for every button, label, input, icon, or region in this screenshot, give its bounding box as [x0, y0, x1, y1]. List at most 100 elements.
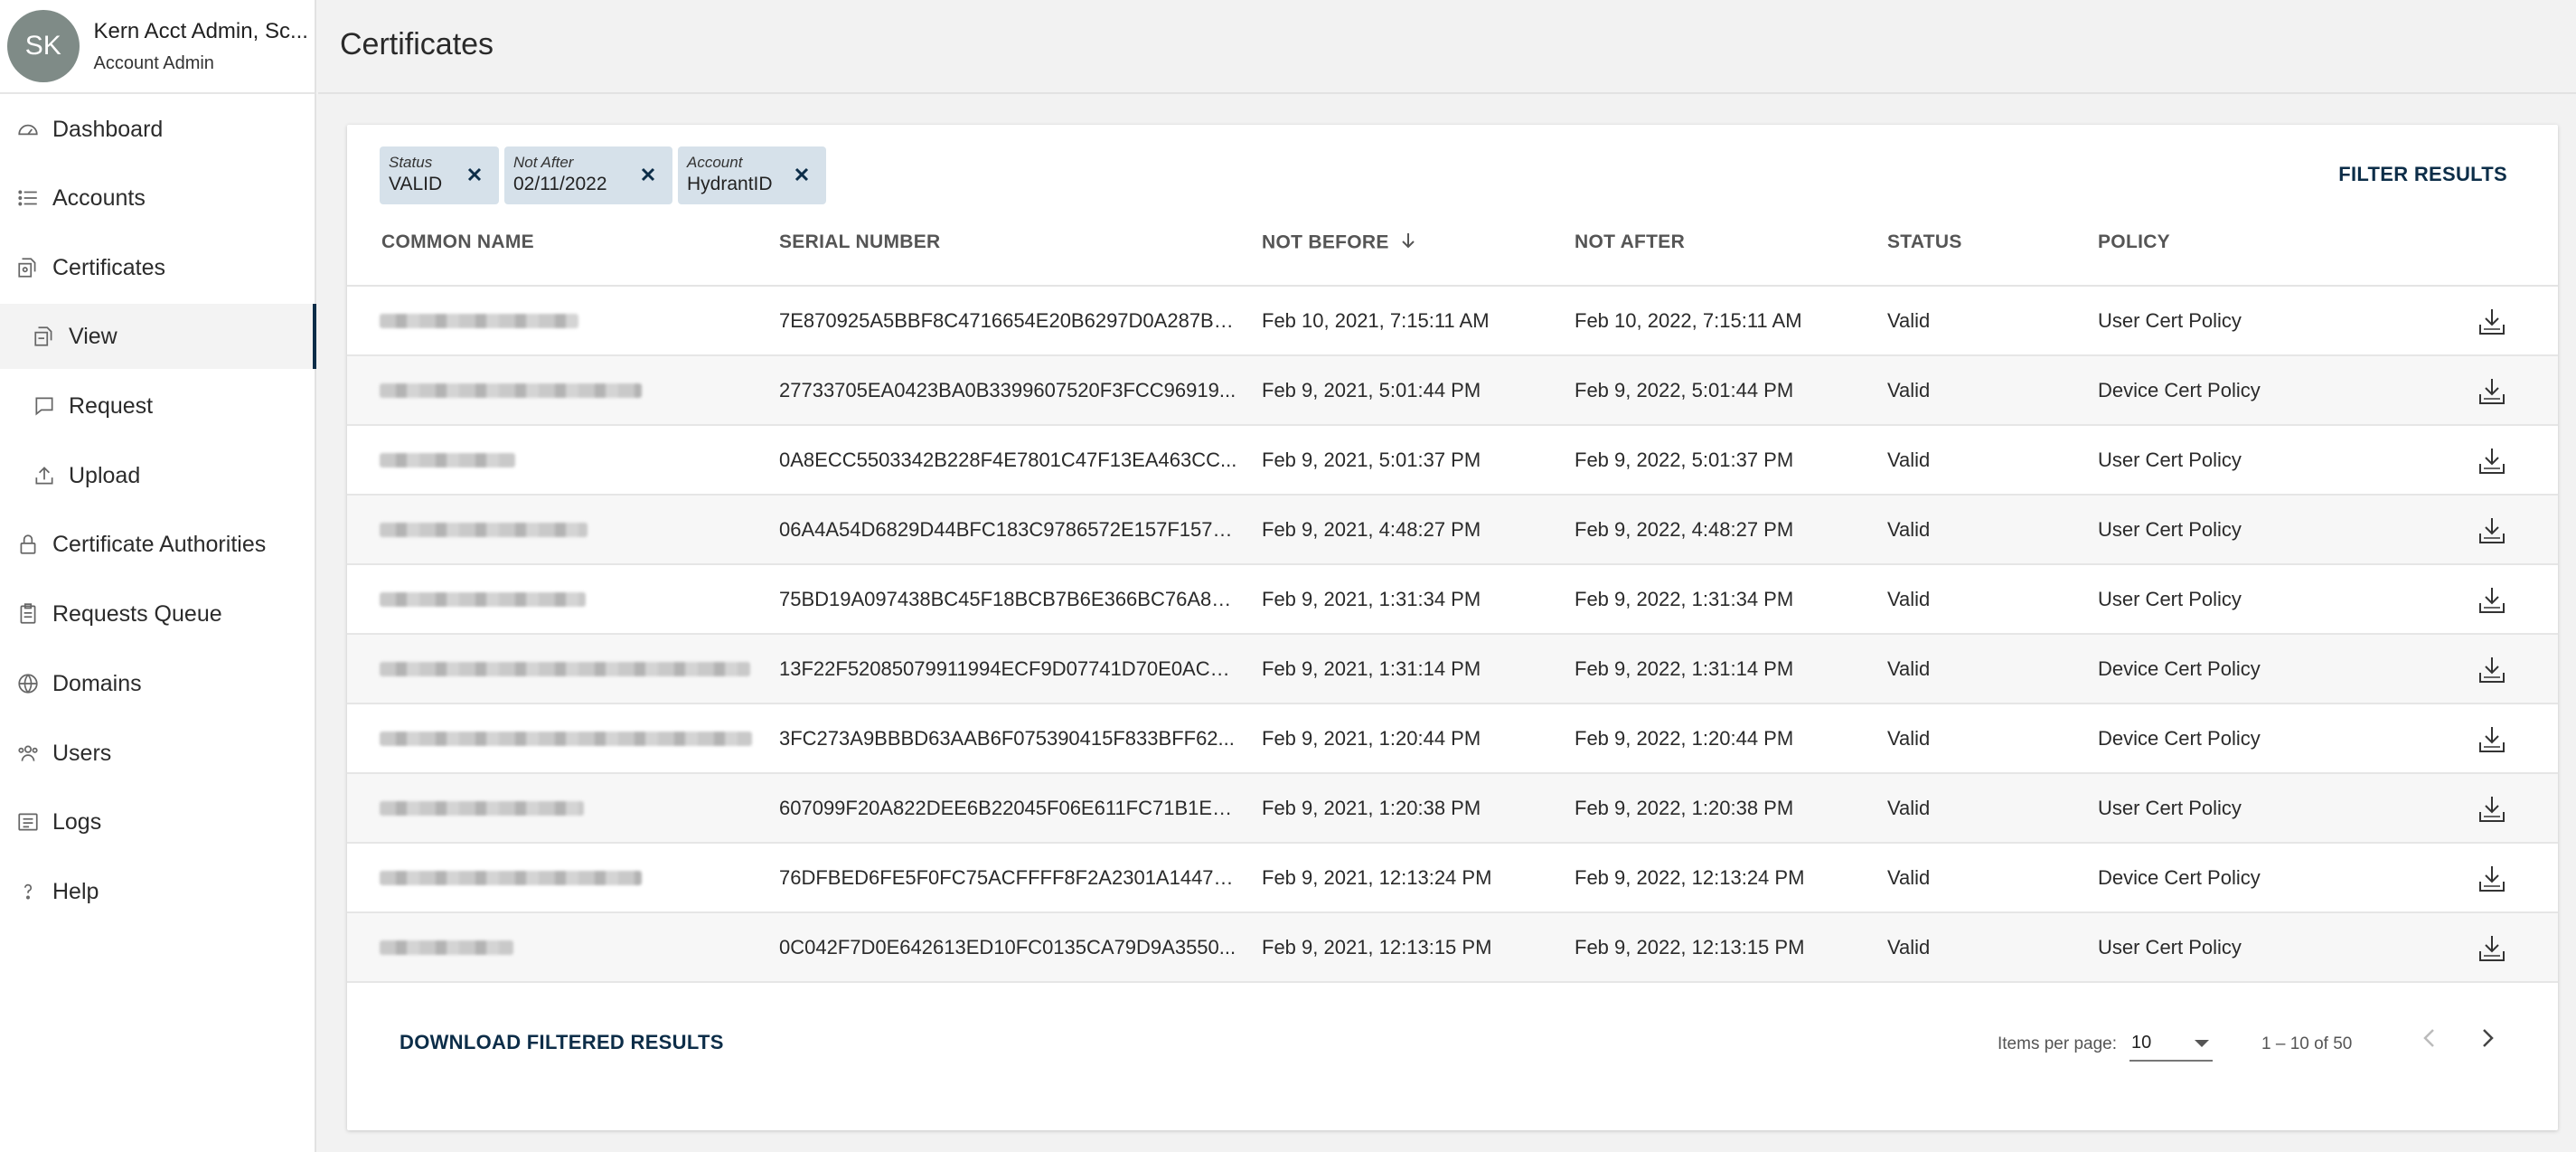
- cell-policy: Device Cert Policy: [2098, 657, 2261, 680]
- cell-status: Valid: [1887, 727, 1931, 750]
- cell-policy: Device Cert Policy: [2098, 866, 2261, 889]
- cell-status: Valid: [1887, 379, 1931, 401]
- table-row[interactable]: 0C042F7D0E642613ED10FC0135CA79D9A3550...…: [347, 913, 2558, 983]
- filter-results-button[interactable]: FILTER RESULTS: [2338, 163, 2507, 186]
- cell-status: Valid: [1887, 657, 1931, 680]
- close-icon[interactable]: [463, 163, 486, 186]
- cell-not-after: Feb 9, 2022, 5:01:44 PM: [1575, 379, 1794, 401]
- table-row[interactable]: 76DFBED6FE5F0FC75ACFFFF8F2A2301A14471...…: [347, 844, 2558, 913]
- cell-not-after: Feb 9, 2022, 1:31:14 PM: [1575, 657, 1794, 680]
- sidebar-item-label: View: [69, 323, 118, 349]
- sidebar-item-certificates[interactable]: Certificates: [0, 235, 316, 300]
- sidebar-item-upload[interactable]: Upload: [0, 443, 316, 508]
- chevron-right-icon: [2478, 1027, 2496, 1053]
- pagination-range: 1 – 10 of 50: [2261, 1034, 2353, 1053]
- cell-policy: User Cert Policy: [2098, 449, 2242, 471]
- redacted-common-name: [380, 871, 642, 885]
- table-row[interactable]: 3FC273A9BBBD63AAB6F075390415F833BFF62...…: [347, 704, 2558, 774]
- column-header-serial-number[interactable]: SERIAL NUMBER: [779, 231, 941, 253]
- cell-policy: User Cert Policy: [2098, 518, 2242, 541]
- previous-page-button[interactable]: [2410, 1020, 2449, 1060]
- table-row[interactable]: 27733705EA0423BA0B3399607520F3FCC96919..…: [347, 356, 2558, 426]
- cell-serial: 76DFBED6FE5F0FC75ACFFFF8F2A2301A14471...: [779, 866, 1240, 889]
- cell-status: Valid: [1887, 449, 1931, 471]
- cell-not-after: Feb 9, 2022, 1:31:34 PM: [1575, 588, 1794, 610]
- sidebar-item-request[interactable]: Request: [0, 373, 316, 439]
- sidebar-item-view[interactable]: View: [0, 304, 316, 369]
- download-icon[interactable]: [2477, 307, 2507, 337]
- sidebar-item-label: Domains: [52, 670, 142, 696]
- cell-status: Valid: [1887, 588, 1931, 610]
- download-filtered-results-button[interactable]: DOWNLOAD FILTERED RESULTS: [400, 1031, 724, 1054]
- cell-status: Valid: [1887, 797, 1931, 819]
- filter-chip-status[interactable]: Status VALID: [380, 146, 499, 204]
- sidebar-item-label: Logs: [52, 808, 102, 835]
- items-per-page-select[interactable]: 10: [2129, 1025, 2213, 1062]
- download-icon[interactable]: [2477, 655, 2507, 685]
- certificate-view-icon: [31, 323, 58, 350]
- cell-not-before: Feb 9, 2021, 1:31:14 PM: [1262, 657, 1481, 680]
- filter-chip-account[interactable]: Account HydrantID: [678, 146, 826, 204]
- list-icon: [14, 184, 42, 212]
- sidebar-item-domains[interactable]: Domains: [0, 651, 316, 716]
- sidebar-item-accounts[interactable]: Accounts: [0, 165, 316, 231]
- sidebar-item-label: Users: [52, 740, 112, 766]
- table-row[interactable]: 75BD19A097438BC45F18BCB7B6E366BC76A8B...…: [347, 565, 2558, 635]
- cell-not-before: Feb 9, 2021, 1:31:34 PM: [1262, 588, 1481, 610]
- download-icon[interactable]: [2477, 515, 2507, 546]
- sidebar-item-logs[interactable]: Logs: [0, 789, 316, 855]
- column-header-not-after[interactable]: NOT AFTER: [1575, 231, 1685, 253]
- dashboard-icon: [14, 116, 42, 143]
- sidebar-item-dashboard[interactable]: Dashboard: [0, 97, 316, 162]
- cell-serial: 3FC273A9BBBD63AAB6F075390415F833BFF62...: [779, 727, 1235, 750]
- user-profile[interactable]: SK Kern Acct Admin, Sc... Account Admin: [0, 0, 315, 94]
- cell-status: Valid: [1887, 309, 1931, 332]
- cell-serial: 7E870925A5BBF8C4716654E20B6297D0A287B9..…: [779, 309, 1240, 332]
- clipboard-icon: [14, 600, 42, 628]
- cell-serial: 0A8ECC5503342B228F4E7801C47F13EA463CC...: [779, 449, 1237, 471]
- table-row[interactable]: 7E870925A5BBF8C4716654E20B6297D0A287B9..…: [347, 287, 2558, 356]
- next-page-button[interactable]: [2468, 1020, 2507, 1060]
- download-icon[interactable]: [2477, 376, 2507, 407]
- certificates-card: Status VALID Not After 02/11/2022 Accoun…: [347, 125, 2558, 1130]
- lock-icon: [14, 531, 42, 558]
- filter-chip-not-after[interactable]: Not After 02/11/2022: [504, 146, 672, 204]
- download-icon[interactable]: [2477, 933, 2507, 964]
- column-header-not-before[interactable]: NOT BEFORE: [1262, 231, 1416, 255]
- cell-not-before: Feb 10, 2021, 7:15:11 AM: [1262, 309, 1490, 332]
- download-icon[interactable]: [2477, 585, 2507, 616]
- download-icon[interactable]: [2477, 724, 2507, 755]
- download-icon[interactable]: [2477, 794, 2507, 825]
- sidebar-item-certificate-authorities[interactable]: Certificate Authorities: [0, 512, 316, 577]
- table-row[interactable]: 06A4A54D6829D44BFC183C9786572E157F1573..…: [347, 496, 2558, 565]
- sidebar-item-label: Certificates: [52, 254, 166, 280]
- cell-not-before: Feb 9, 2021, 1:20:38 PM: [1262, 797, 1481, 819]
- download-icon[interactable]: [2477, 446, 2507, 477]
- download-icon[interactable]: [2477, 864, 2507, 894]
- table-row[interactable]: 607099F20A822DEE6B22045F06E611FC71B1EE..…: [347, 774, 2558, 844]
- cell-policy: Device Cert Policy: [2098, 727, 2261, 750]
- column-header-policy[interactable]: POLICY: [2098, 231, 2170, 253]
- redacted-common-name: [380, 523, 588, 537]
- close-icon[interactable]: [636, 163, 660, 186]
- cell-not-before: Feb 9, 2021, 5:01:37 PM: [1262, 449, 1481, 471]
- users-icon: [14, 740, 42, 767]
- sidebar-item-label: Requests Queue: [52, 600, 222, 627]
- redacted-common-name: [380, 662, 750, 676]
- avatar[interactable]: SK: [7, 10, 80, 82]
- sidebar-item-label: Help: [52, 878, 99, 904]
- cell-serial: 75BD19A097438BC45F18BCB7B6E366BC76A8B...: [779, 588, 1240, 610]
- table-row[interactable]: 13F22F52085079911994ECF9D07741D70E0ACD..…: [347, 635, 2558, 704]
- close-icon[interactable]: [790, 163, 813, 186]
- sidebar-item-users[interactable]: Users: [0, 721, 316, 786]
- cell-not-before: Feb 9, 2021, 1:20:44 PM: [1262, 727, 1481, 750]
- sidebar-item-help[interactable]: Help: [0, 859, 316, 924]
- redacted-common-name: [380, 383, 642, 398]
- sidebar-item-requests-queue[interactable]: Requests Queue: [0, 581, 316, 647]
- column-header-status[interactable]: STATUS: [1887, 231, 1962, 253]
- sidebar-item-label: Accounts: [52, 184, 146, 211]
- cell-serial: 0C042F7D0E642613ED10FC0135CA79D9A3550...: [779, 936, 1236, 958]
- globe-icon: [14, 670, 42, 697]
- column-header-common-name[interactable]: COMMON NAME: [381, 231, 534, 253]
- table-row[interactable]: 0A8ECC5503342B228F4E7801C47F13EA463CC...…: [347, 426, 2558, 496]
